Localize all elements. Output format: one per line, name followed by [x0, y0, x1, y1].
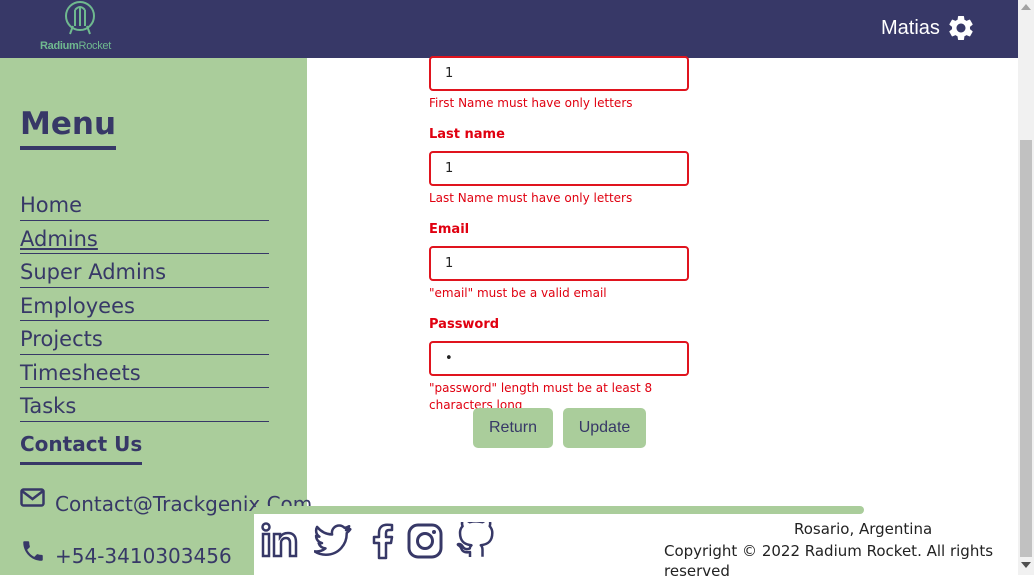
- logo-text: RadiumRocket: [40, 40, 111, 52]
- password-label: Password: [429, 317, 500, 332]
- password-field[interactable]: •: [429, 341, 689, 376]
- sidebar-item-label: Admins: [20, 226, 98, 251]
- instagram-icon[interactable]: [406, 522, 444, 560]
- footer-location: Rosario, Argentina: [794, 520, 933, 538]
- user-name: Matias: [881, 17, 940, 39]
- twitter-icon[interactable]: [314, 522, 352, 560]
- logo-text-light: Rocket: [78, 40, 112, 52]
- sidebar-item-label: Projects: [20, 327, 103, 351]
- github-icon[interactable]: [456, 522, 494, 560]
- linkedin-icon[interactable]: [261, 522, 299, 560]
- email-field[interactable]: 1: [429, 246, 689, 281]
- sidebar-item-timesheets[interactable]: Timesheets: [20, 356, 269, 388]
- email-error: "email" must be a valid email: [429, 286, 607, 300]
- footer-copyright: Copyright © 2022 Radium Rocket. All righ…: [664, 542, 994, 580]
- sidebar-item-label: Tasks: [20, 394, 77, 418]
- last-name-field[interactable]: 1: [429, 151, 689, 186]
- phone-icon: [23, 541, 43, 561]
- sidebar-item-projects[interactable]: Projects: [20, 322, 269, 355]
- last-name-label: Last name: [429, 127, 505, 142]
- sidebar-item-label: Home: [20, 193, 83, 217]
- sidebar-item-admins[interactable]: Admins: [20, 222, 269, 254]
- first-name-field[interactable]: 1: [429, 56, 689, 91]
- sidebar-item-tasks[interactable]: Tasks: [20, 389, 269, 422]
- sidebar-item-label: Super Admins: [20, 260, 167, 284]
- sidebar-item-employees[interactable]: Employees: [20, 289, 269, 321]
- logo-text-bold: Radium: [40, 40, 79, 52]
- sidebar-item-label: Employees: [20, 293, 135, 318]
- contact-title: Contact Us: [20, 432, 143, 465]
- sidebar-item-home[interactable]: Home: [20, 188, 269, 221]
- contact-phone-text: +54-3410303456: [55, 544, 232, 568]
- return-button[interactable]: Return: [473, 408, 553, 448]
- menu-title: Menu: [20, 106, 117, 150]
- top-header: RadiumRocket Matias: [0, 0, 1018, 58]
- update-button[interactable]: Update: [563, 408, 646, 448]
- nav-list: Home Admins Super Admins Employees Proje…: [20, 188, 269, 423]
- sidebar-item-label: Timesheets: [20, 360, 141, 385]
- sidebar: Menu Home Admins Super Admins Employees …: [0, 58, 312, 575]
- footer-divider: [254, 506, 864, 514]
- scroll-down-arrow-icon[interactable]: [1021, 562, 1031, 568]
- envelope-icon: [20, 488, 45, 507]
- scroll-up-arrow-icon[interactable]: [1021, 4, 1031, 10]
- facebook-icon[interactable]: [364, 522, 402, 560]
- last-name-error: Last Name must have only letters: [429, 191, 633, 205]
- sidebar-item-super-admins[interactable]: Super Admins: [20, 255, 269, 288]
- gear-icon[interactable]: [946, 13, 976, 43]
- first-name-error: First Name must have only letters: [429, 96, 633, 110]
- scrollbar-thumb[interactable]: [1020, 140, 1032, 557]
- email-label: Email: [429, 222, 470, 237]
